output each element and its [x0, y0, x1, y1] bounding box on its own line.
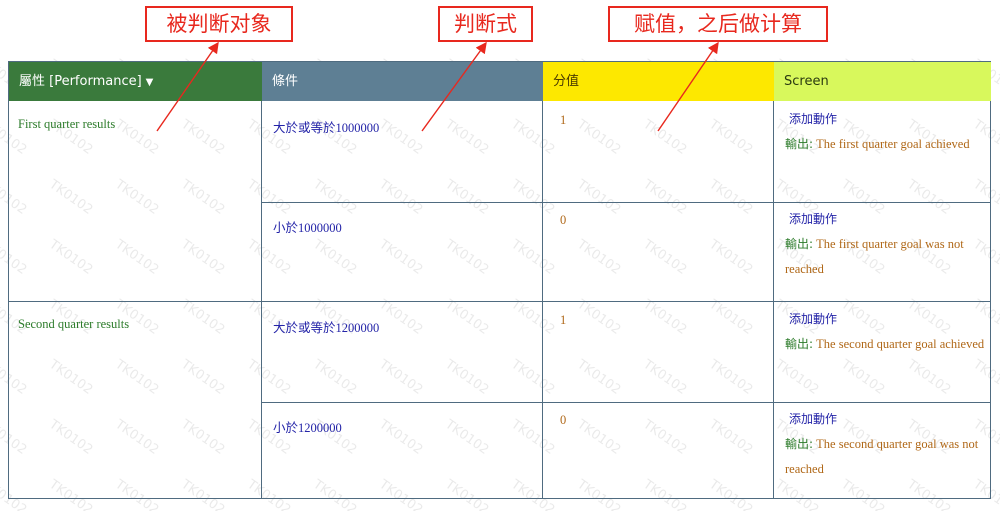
screen-cell: 添加動作 輸出: The first quarter goal achieved: [785, 110, 985, 157]
score-value[interactable]: 1: [560, 113, 566, 128]
column-divider: [261, 101, 262, 498]
score-value[interactable]: 0: [560, 413, 566, 428]
condition-value[interactable]: 小於1000000: [273, 217, 342, 236]
attribute-group-label: First quarter results: [18, 117, 116, 131]
column-header-screen: Screen: [774, 62, 991, 101]
annotation-assign-box: 赋值，之后做计算: [608, 6, 828, 42]
screen-cell: 添加動作 輸出: The first quarter goal was not …: [785, 210, 985, 282]
chevron-down-icon[interactable]: ▼: [146, 77, 154, 88]
output-label: 輸出:: [785, 237, 814, 251]
column-header-condition: 條件: [262, 62, 543, 101]
output-text[interactable]: The second quarter goal was not reached: [785, 437, 978, 476]
add-action-link[interactable]: 添加動作: [785, 310, 985, 328]
output-label: 輸出:: [785, 437, 814, 451]
add-action-link[interactable]: 添加動作: [785, 210, 985, 228]
output-text[interactable]: The second quarter goal achieved: [816, 337, 984, 351]
condition-value[interactable]: 大於或等於1000000: [273, 117, 379, 136]
output-text[interactable]: The first quarter goal achieved: [816, 137, 969, 151]
attribute-header-label: 屬性 [Performance]: [19, 74, 142, 89]
output-label: 輸出:: [785, 337, 814, 351]
screen-cell: 添加動作 輸出: The second quarter goal was not…: [785, 410, 985, 482]
score-value[interactable]: 1: [560, 313, 566, 328]
annotation-expression-box: 判断式: [438, 6, 533, 42]
column-divider: [773, 101, 774, 498]
attribute-group-label: Second quarter results: [18, 317, 130, 331]
row-divider: [261, 402, 990, 403]
column-divider: [542, 101, 543, 498]
condition-value[interactable]: 大於或等於1200000: [273, 317, 379, 336]
row-divider: [261, 202, 990, 203]
screen-cell: 添加動作 輸出: The second quarter goal achieve…: [785, 310, 985, 357]
column-header-score: 分值: [543, 62, 774, 101]
row-divider: [9, 301, 990, 302]
output-label: 輸出:: [785, 137, 814, 151]
add-action-link[interactable]: 添加動作: [785, 410, 985, 428]
score-value[interactable]: 0: [560, 213, 566, 228]
decision-table: 屬性 [Performance] ▼ 條件 分值 Screen First qua…: [8, 61, 991, 499]
annotation-target-box: 被判断对象: [145, 6, 293, 42]
column-header-attribute[interactable]: 屬性 [Performance] ▼: [9, 62, 262, 101]
add-action-link[interactable]: 添加動作: [785, 110, 985, 128]
condition-value[interactable]: 小於1200000: [273, 417, 342, 436]
